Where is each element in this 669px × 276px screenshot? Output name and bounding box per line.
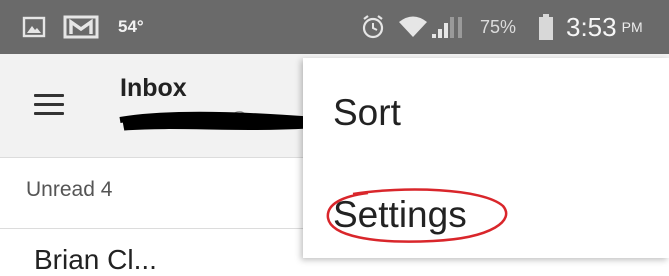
menu-icon-bar <box>34 102 64 106</box>
image-notification-icon <box>22 0 46 54</box>
redaction-scribble <box>119 111 315 131</box>
account-email: @p... <box>119 106 320 136</box>
temperature: 54° <box>118 17 144 36</box>
battery-icon <box>538 0 554 54</box>
clock-time: 3:53 <box>566 11 617 42</box>
signal-icon <box>430 0 470 54</box>
alarm-icon <box>360 0 386 54</box>
menu-icon-bar <box>34 111 64 115</box>
overflow-menu: Sort Settings <box>303 58 669 258</box>
clock-ampm: PM <box>621 19 643 35</box>
menu-item-sort[interactable]: Sort <box>333 92 401 134</box>
gmail-icon <box>62 0 100 54</box>
status-bar: 54° 75% 3:53 PM <box>0 0 669 54</box>
list-item[interactable]: Brian Cl... <box>34 244 157 276</box>
clock: 3:53 PM <box>566 0 643 54</box>
menu-icon-bar <box>34 93 64 97</box>
battery-percent: 75% <box>480 16 517 37</box>
mailbox-title: Inbox <box>120 74 187 102</box>
hamburger-menu-button[interactable] <box>26 84 72 124</box>
highlight-circle-annotation <box>326 188 508 243</box>
wifi-icon <box>398 0 428 54</box>
unread-count-label: Unread 4 <box>26 178 113 201</box>
